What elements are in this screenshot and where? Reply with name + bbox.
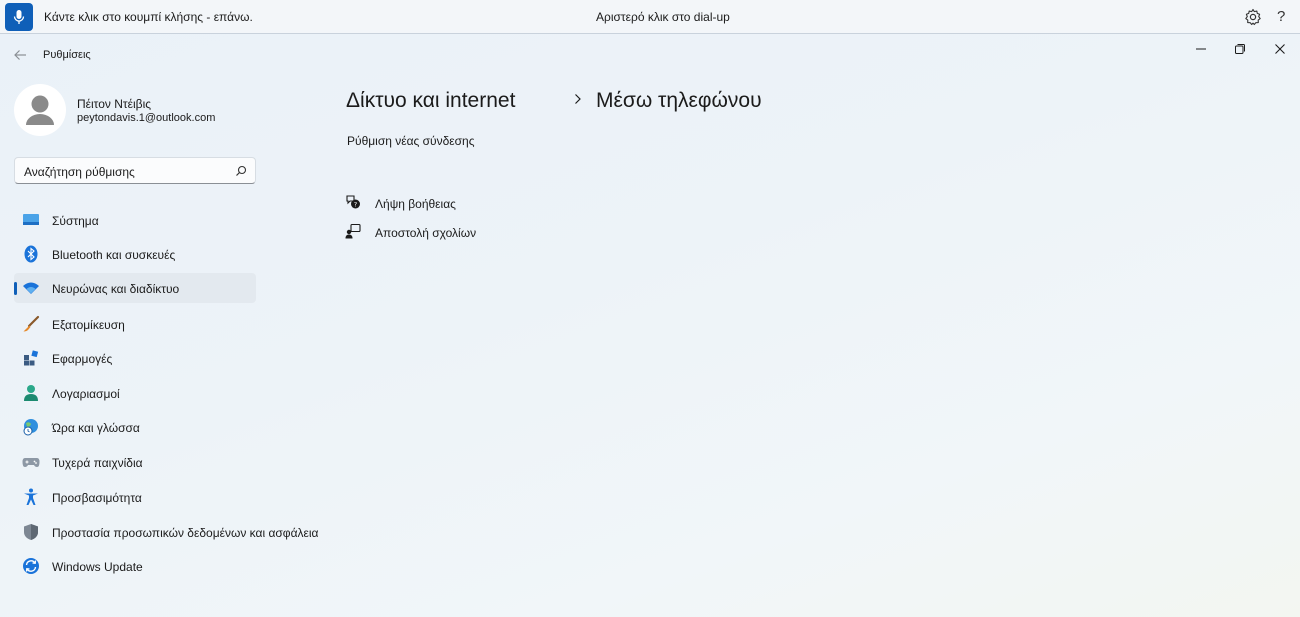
sidebar-item-gaming[interactable]: Τυχερά παιχνίδια bbox=[14, 447, 256, 477]
display-icon bbox=[22, 211, 40, 229]
sidebar-item-personalization[interactable]: Εξατομίκευση bbox=[14, 309, 256, 339]
page-title: Μέσω τηλεφώνου bbox=[596, 89, 762, 112]
help-chat-icon: ? bbox=[346, 195, 360, 209]
breadcrumb-parent[interactable]: Δίκτυο και internet bbox=[346, 89, 515, 113]
search-input[interactable] bbox=[24, 164, 224, 179]
window-title: Ρυθμίσεις bbox=[43, 49, 91, 61]
restore-button[interactable] bbox=[1230, 40, 1250, 58]
microphone-icon bbox=[13, 10, 25, 24]
voice-access-bar: Κάντε κλικ στο κουμπί κλήσης - επάνω. Αρ… bbox=[0, 0, 1300, 34]
sidebar-item-privacy-security[interactable]: Προστασία προσωπικών δεδομένων και ασφάλ… bbox=[14, 517, 318, 547]
sidebar-item-label: Προστασία προσωπικών δεδομένων και ασφάλ… bbox=[52, 526, 319, 540]
setup-new-connection-link[interactable]: Ρύθμιση νέας σύνδεσης bbox=[347, 134, 475, 148]
person-icon bbox=[22, 384, 40, 402]
shield-icon bbox=[22, 523, 40, 541]
help-button[interactable]: ? bbox=[1277, 8, 1285, 25]
bluetooth-icon bbox=[22, 245, 40, 263]
accessibility-icon bbox=[22, 488, 40, 506]
svg-text:?: ? bbox=[354, 201, 357, 209]
gear-icon[interactable] bbox=[1244, 8, 1262, 26]
close-button[interactable] bbox=[1270, 40, 1290, 58]
minimize-button[interactable] bbox=[1191, 40, 1211, 58]
voice-status-text: Αριστερό κλικ στο dial-up bbox=[596, 10, 730, 24]
chevron-right-icon bbox=[575, 94, 581, 104]
sidebar-item-label: Σύστημα bbox=[52, 214, 99, 228]
feedback-icon bbox=[345, 223, 361, 239]
close-icon bbox=[1275, 44, 1285, 54]
apps-icon bbox=[22, 349, 40, 367]
gamepad-icon bbox=[22, 453, 40, 471]
send-feedback-label: Αποστολή σχολίων bbox=[375, 226, 477, 240]
profile-name: Πέιτον Ντέιβις bbox=[77, 97, 152, 111]
get-help-label: Λήψη βοήθειας bbox=[375, 197, 456, 211]
sidebar-item-label: Εξατομίκευση bbox=[52, 318, 125, 332]
sidebar-item-apps[interactable]: Εφαρμογές bbox=[14, 343, 256, 373]
sidebar-item-label: Λογαριασμοί bbox=[52, 387, 120, 401]
wifi-icon bbox=[22, 279, 40, 297]
sidebar-item-accounts[interactable]: Λογαριασμοί bbox=[14, 378, 256, 408]
globe-clock-icon bbox=[22, 418, 40, 436]
sidebar-item-label: Εφαρμογές bbox=[52, 352, 113, 366]
active-indicator bbox=[14, 282, 17, 295]
person-icon bbox=[26, 95, 54, 125]
sidebar-item-label: Ώρα και γλώσσα bbox=[52, 421, 140, 435]
microphone-button[interactable] bbox=[5, 3, 33, 31]
sidebar-item-windows-update[interactable]: Windows Update bbox=[14, 551, 256, 581]
sidebar-item-label: Bluetooth και συσκευές bbox=[52, 248, 176, 262]
back-arrow-icon[interactable] bbox=[12, 47, 28, 63]
sidebar-item-label: Windows Update bbox=[52, 560, 143, 574]
sidebar-item-label: Τυχερά παιχνίδια bbox=[52, 456, 143, 470]
update-icon bbox=[22, 557, 40, 575]
brush-icon bbox=[22, 315, 40, 333]
search-icon[interactable] bbox=[235, 165, 247, 177]
sidebar-item-label: Νευρώνας και διαδίκτυο bbox=[52, 282, 180, 296]
sidebar-item-label: Προσβασιμότητα bbox=[52, 491, 142, 505]
sidebar-item-system[interactable]: Σύστημα bbox=[14, 205, 256, 235]
avatar[interactable] bbox=[14, 84, 66, 136]
voice-hint-text: Κάντε κλικ στο κουμπί κλήσης - επάνω. bbox=[44, 10, 253, 24]
minimize-icon bbox=[1196, 48, 1206, 50]
search-box[interactable] bbox=[14, 157, 256, 184]
sidebar-item-bluetooth[interactable]: Bluetooth και συσκευές bbox=[14, 239, 256, 269]
sidebar-item-network[interactable]: Νευρώνας και διαδίκτυο bbox=[14, 273, 256, 303]
sidebar-item-time-language[interactable]: Ώρα και γλώσσα bbox=[14, 412, 256, 442]
restore-icon bbox=[1235, 44, 1245, 54]
profile-email: peytondavis.1@outlook.com bbox=[77, 112, 216, 124]
sidebar-item-accessibility[interactable]: Προσβασιμότητα bbox=[14, 482, 256, 512]
